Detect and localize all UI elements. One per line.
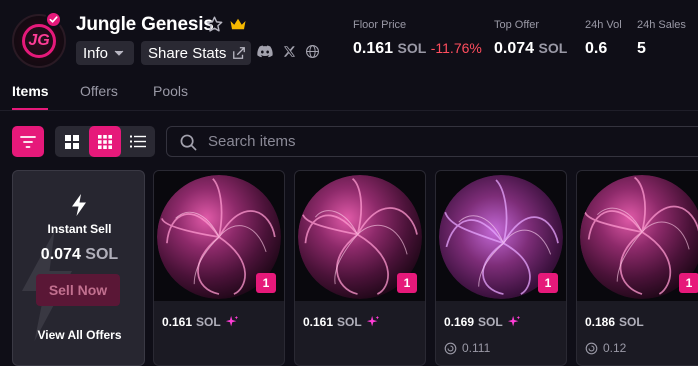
view-mode-group	[55, 126, 155, 157]
filter-toggle-button[interactable]	[12, 126, 44, 157]
share-icon	[233, 47, 246, 59]
item-price: 0.161 SOL	[303, 315, 380, 329]
nft-item-image: 1	[295, 171, 425, 301]
offer-icon	[585, 342, 598, 354]
item-price-unit: SOL	[337, 315, 362, 329]
discord-icon[interactable]	[257, 45, 273, 58]
verified-badge-icon	[45, 11, 62, 28]
instant-sell-price: 0.074 SOL	[13, 246, 144, 264]
nft-item-card[interactable]: 1 0.169 SOL 0.111	[435, 170, 567, 366]
view-small-grid-button[interactable]	[89, 126, 121, 157]
nft-item-image: 1	[154, 171, 284, 301]
top-offer-value: 0.074 SOL	[494, 40, 567, 58]
view-large-grid-button[interactable]	[56, 126, 88, 157]
crown-icon	[230, 18, 246, 30]
info-button-label: Info	[83, 44, 109, 62]
quantity-badge: 1	[679, 273, 698, 293]
offer-icon	[444, 342, 457, 354]
sparkle-icon	[366, 315, 379, 327]
tab-pools[interactable]: Pools	[153, 83, 188, 99]
collection-title: Jungle Genesis	[76, 14, 214, 35]
item-top-offer: 0.111	[444, 341, 490, 355]
top-offer-number: 0.074	[494, 40, 535, 57]
floor-price-unit: SOL	[397, 40, 427, 56]
grid-small-icon	[98, 134, 112, 149]
info-dropdown-button[interactable]: Info	[76, 41, 134, 65]
instant-sell-price-number: 0.074	[40, 246, 81, 263]
item-price: 0.161 SOL	[162, 315, 239, 329]
instant-sell-card: Instant Sell 0.074 SOL Sell Now View All…	[12, 170, 145, 366]
nft-item-image: 1	[577, 171, 698, 301]
lightning-bolt-icon	[72, 194, 86, 216]
x-twitter-icon[interactable]	[283, 45, 296, 58]
item-price-unit: SOL	[196, 315, 221, 329]
grid-large-icon	[65, 134, 79, 149]
instant-sell-price-unit: SOL	[85, 246, 119, 263]
item-top-offer: 0.12	[585, 341, 626, 355]
floor-price-number: 0.161	[353, 40, 394, 57]
nft-item-card[interactable]: 1 0.186 SOL 0.12	[576, 170, 698, 366]
floor-price-value: 0.161 SOL -11.76%	[353, 40, 482, 58]
item-price-number: 0.186	[585, 315, 616, 329]
filter-icon	[20, 135, 36, 148]
item-price: 0.186 SOL	[585, 315, 644, 329]
tabs-divider	[0, 110, 698, 111]
instant-sell-title: Instant Sell	[47, 222, 112, 236]
view-all-offers-link[interactable]: View All Offers	[13, 328, 144, 342]
item-price-number: 0.161	[162, 315, 193, 329]
favorite-star-icon[interactable]	[205, 15, 224, 34]
list-icon	[130, 135, 146, 148]
share-stats-button[interactable]: Share Stats	[141, 41, 251, 65]
globe-icon[interactable]	[305, 44, 320, 59]
sparkle-icon	[225, 315, 238, 327]
sales-label: 24h Sales	[637, 19, 686, 31]
sparkle-icon	[507, 315, 520, 327]
search-box	[166, 126, 698, 157]
item-offer-value: 0.12	[603, 341, 627, 355]
quantity-badge: 1	[538, 273, 558, 293]
nft-item-card[interactable]: 1 0.161 SOL	[153, 170, 285, 366]
collection-logo: JG	[22, 24, 56, 58]
tab-items[interactable]: Items	[12, 83, 49, 99]
quantity-badge: 1	[397, 273, 417, 293]
floor-price-change: -11.76%	[430, 40, 482, 56]
item-price-number: 0.169	[444, 315, 475, 329]
top-offer-unit: SOL	[538, 40, 568, 56]
top-offer-label: Top Offer	[494, 19, 540, 31]
search-icon	[180, 134, 197, 151]
volume-value: 0.6	[585, 40, 608, 57]
sell-now-button[interactable]: Sell Now	[36, 274, 120, 306]
share-stats-label: Share Stats	[148, 44, 227, 62]
item-price: 0.169 SOL	[444, 315, 521, 329]
nft-item-image: 1	[436, 171, 566, 301]
nft-item-card[interactable]: 1 0.161 SOL	[294, 170, 426, 366]
quantity-badge: 1	[256, 273, 276, 293]
view-list-button[interactable]	[122, 126, 154, 157]
volume-label: 24h Vol	[585, 19, 622, 31]
item-price-unit: SOL	[619, 315, 644, 329]
search-input[interactable]	[208, 127, 688, 156]
item-price-number: 0.161	[303, 315, 334, 329]
chevron-down-icon	[114, 50, 124, 56]
floor-price-label: Floor Price	[353, 19, 407, 31]
sales-value: 5	[637, 40, 646, 57]
item-offer-value: 0.111	[462, 341, 491, 355]
item-price-unit: SOL	[478, 315, 503, 329]
tab-offers[interactable]: Offers	[80, 83, 118, 99]
